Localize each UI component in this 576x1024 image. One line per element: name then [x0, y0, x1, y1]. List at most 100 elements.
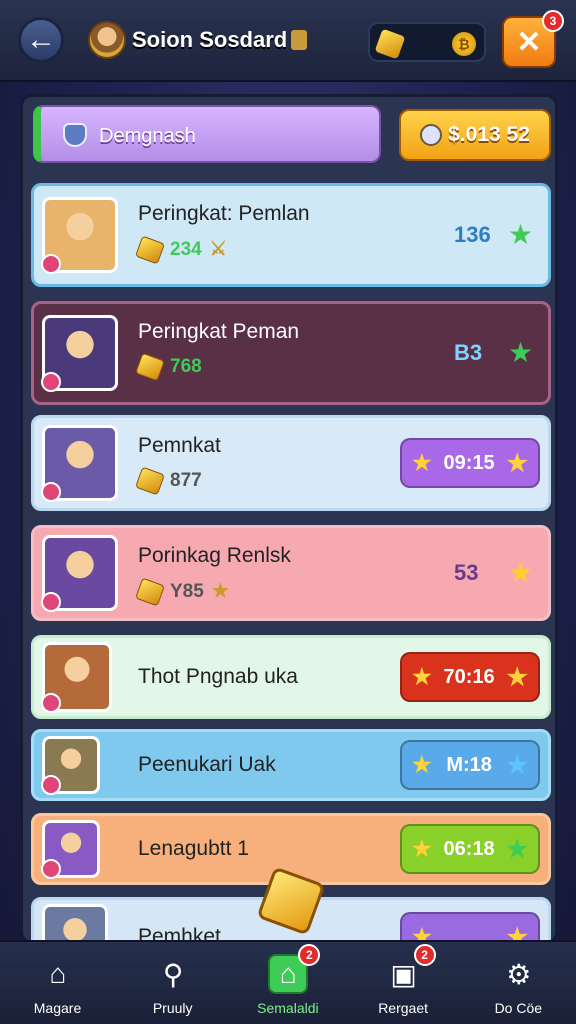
stat-suffix-icon: ★ — [211, 581, 229, 602]
close-button[interactable]: ✕ 3 — [502, 10, 564, 68]
nav-label: Do Cöe — [494, 1000, 543, 1016]
player-portrait[interactable] — [41, 315, 118, 392]
player-name: Peenukari Uak — [138, 753, 276, 776]
gear-icon: ⚙ — [506, 958, 532, 990]
score-value: 06:18 — [443, 837, 495, 860]
score-value: 136 — [454, 222, 491, 247]
score-value: B3 — [454, 340, 483, 365]
player-stats: 234 ⚔ — [134, 235, 227, 264]
bottom-nav: ⌂ Magare ⚲ Pruuly ⌂ 2 Semalaldi ▣ 2 Rergaet ⚙ Do Cö… — [0, 940, 576, 1024]
score-value: 53 — [454, 560, 479, 585]
nav-label: Semalaldi — [257, 1000, 319, 1016]
player-portrait[interactable] — [41, 535, 118, 612]
player-portrait[interactable] — [42, 904, 108, 941]
gem-icon — [134, 235, 166, 264]
nav-label: Pruuly — [152, 1000, 193, 1016]
star-icon: ★ — [412, 450, 432, 475]
leaderboard-row[interactable]: Thot Pngnab uka ★ 70:16 ★ — [31, 635, 551, 719]
home-icon: ⌂ — [49, 958, 67, 989]
star-icon: ★ — [508, 337, 534, 368]
score-button[interactable]: ★ 70:16 ★ — [400, 652, 540, 702]
player-stats: 768 — [134, 352, 202, 382]
star-icon: ★ — [412, 664, 432, 689]
score-value: 09:15 — [443, 451, 495, 474]
leaderboard-row[interactable]: Porinkag Renlsk Y85 ★ 53 ★ — [31, 525, 551, 621]
nav-item-home[interactable]: ⌂ Magare — [0, 942, 115, 1024]
player-stats: Y85 ★ — [134, 577, 229, 606]
leaderboard-row[interactable]: Peringkat Peman 768 B3 ★ — [31, 301, 551, 405]
gem-icon — [134, 466, 166, 496]
filter-row: Demgnash $.013 52 — [33, 103, 553, 167]
score-button[interactable]: ★ 06:18 ★ — [400, 824, 540, 874]
gem-icon — [134, 577, 166, 606]
top-bar: ← Soion Sosdard ₿ ✕ 3 — [0, 0, 576, 82]
stat-value: 877 — [170, 470, 202, 491]
back-button[interactable]: ← — [18, 17, 64, 63]
player-name: Lenagubtt 1 — [138, 837, 249, 860]
rank-badge-icon — [41, 372, 61, 392]
star-icon: ★ — [506, 663, 528, 691]
star-icon: ★ — [506, 835, 528, 863]
currency-display[interactable]: ₿ — [368, 22, 486, 62]
rank-badge-icon — [41, 592, 61, 612]
nav-label: Rergaet — [378, 1000, 428, 1016]
player-portrait[interactable] — [41, 820, 100, 879]
player-portrait[interactable] — [41, 425, 118, 502]
player-name: Peringkat Peman — [138, 320, 300, 343]
filter-tab[interactable]: Demgnash — [33, 105, 381, 163]
trophy-icon — [291, 30, 308, 50]
player-name: Porinkag Renlsk — [138, 544, 291, 567]
player-name: Pemnkat — [138, 434, 221, 457]
gem-icon — [134, 352, 166, 382]
rank-badge-icon — [41, 693, 61, 713]
notification-badge: 2 — [413, 944, 436, 966]
nav-item-search[interactable]: ⚲ Pruuly — [115, 942, 230, 1024]
nav-label: Magare — [33, 1000, 82, 1016]
stat-suffix-icon: ⚔ — [209, 239, 227, 260]
star-icon: ★ — [506, 751, 528, 779]
leaderboard-row[interactable]: Peenukari Uak ★ M:18 ★ — [31, 729, 551, 801]
leaderboard-panel: Demgnash $.013 52 Peringkat: Pemlan 234 ⚔ 1… — [20, 94, 558, 944]
arrow-left-icon: ← — [26, 23, 56, 56]
notification-badge: 2 — [298, 944, 321, 966]
score-button[interactable]: ★ 09:15 ★ — [400, 438, 540, 488]
star-icon: ★ — [412, 836, 432, 861]
score-value: 70:16 — [443, 665, 495, 688]
filter-label: Demgnash — [99, 125, 196, 147]
close-icon: ✕ — [516, 25, 542, 59]
coin-icon: ₿ — [452, 32, 476, 56]
player-name: Peringkat: Pemlan — [138, 202, 310, 225]
score-value: M:18 — [446, 753, 492, 776]
rank-badge-icon — [41, 254, 61, 274]
leaderboard-row[interactable]: Peringkat: Pemlan 234 ⚔ 136 ★ — [31, 183, 551, 287]
nav-item-gear[interactable]: ⚙ Do Cöe — [461, 942, 576, 1024]
avatar — [88, 21, 126, 59]
star-icon: ★ — [506, 449, 528, 477]
gem-icon — [374, 28, 406, 60]
leaderboard-row[interactable]: Pemnkat 877 ★ 09:15 ★ — [31, 415, 551, 511]
stat-value: Y85 — [170, 580, 204, 602]
star-icon: ★ — [508, 557, 534, 588]
player-portrait[interactable] — [41, 736, 100, 795]
rank-badge-icon — [41, 775, 61, 795]
money-button[interactable]: $.013 52 — [399, 109, 551, 161]
star-icon: ★ — [412, 752, 432, 777]
nav-item-box[interactable]: ▣ 2 Rergaet — [346, 942, 461, 1024]
stat-value: 234 — [170, 238, 202, 260]
money-value: $.013 52 — [448, 123, 530, 146]
clock-icon — [420, 124, 443, 146]
player-portrait[interactable] — [41, 642, 112, 713]
shield-icon — [63, 123, 87, 147]
player-portrait[interactable] — [41, 197, 118, 274]
player-stats: 877 — [134, 466, 202, 496]
page-title: Soion Sosdard — [132, 27, 288, 52]
score-button[interactable]: ★ M:18 ★ — [400, 740, 540, 790]
star-icon: ★ — [508, 219, 534, 250]
rank-badge-icon — [41, 482, 61, 502]
nav-item-house-gem[interactable]: ⌂ 2 Semalaldi — [230, 942, 345, 1024]
search-icon: ⚲ — [162, 958, 184, 990]
stat-value: 768 — [170, 356, 202, 377]
title-area: Soion Sosdard — [88, 18, 308, 62]
notification-badge: 3 — [542, 10, 564, 32]
rank-badge-icon — [41, 859, 61, 879]
